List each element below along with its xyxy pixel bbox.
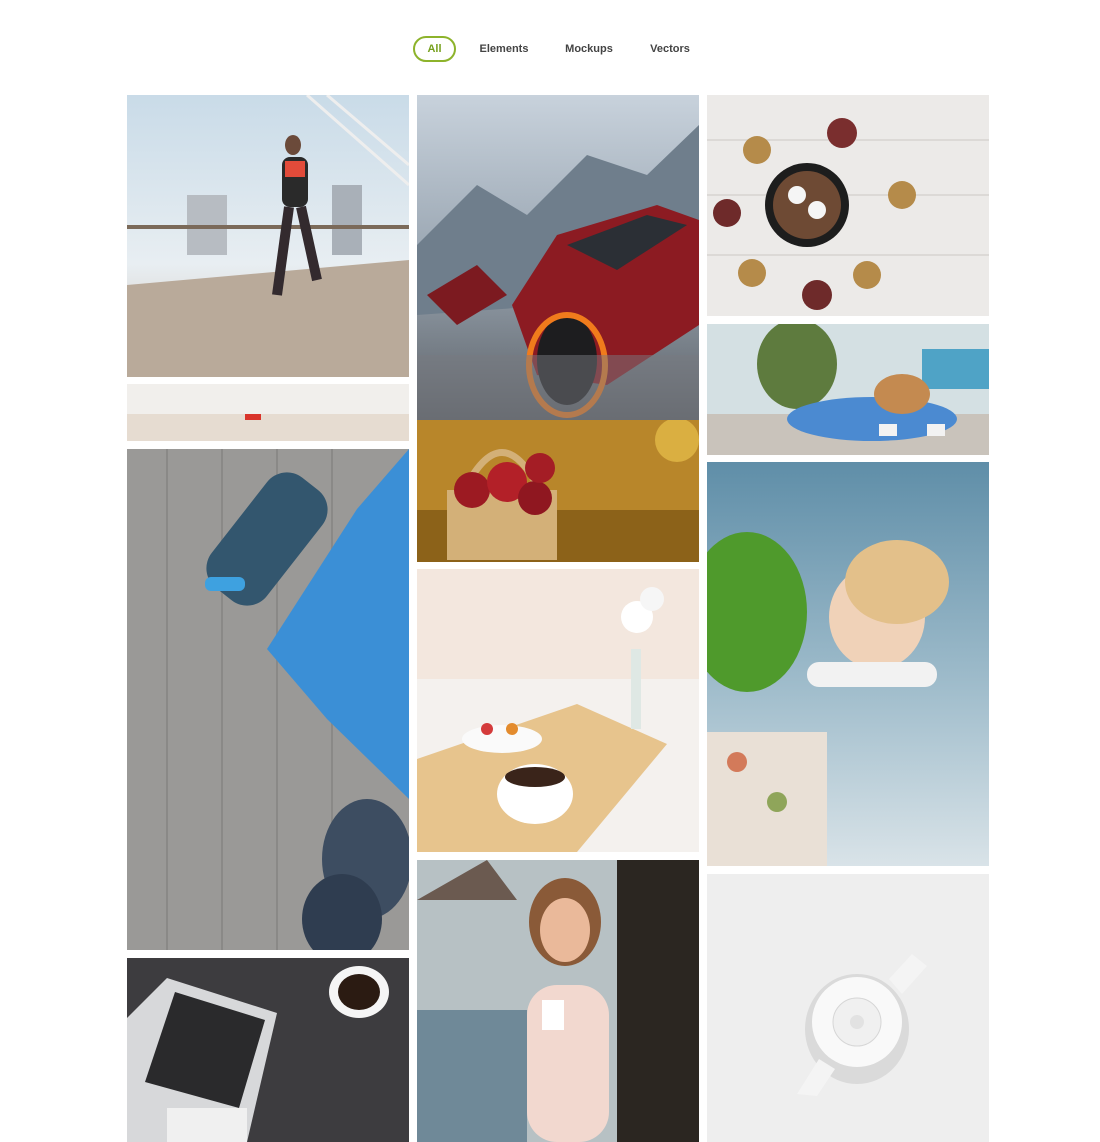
apples-image <box>417 420 699 562</box>
beach-image <box>127 384 409 441</box>
gallery-tile-woman-phone[interactable] <box>417 860 699 1142</box>
water-bottle-image <box>127 449 409 950</box>
breakfast-image <box>417 569 699 852</box>
gallery-tile-breakfast[interactable] <box>417 569 699 852</box>
gallery-tile-teapot[interactable] <box>707 874 989 1142</box>
filter-tab-all[interactable]: All <box>413 36 456 62</box>
hot-chocolate-image <box>707 95 989 316</box>
child-lifted-image <box>707 462 989 866</box>
gallery-tile-hot-chocolate[interactable] <box>707 95 989 316</box>
sports-car-image <box>417 95 699 420</box>
gallery-tile-apples[interactable] <box>417 420 699 562</box>
gallery-tile-child-lifted[interactable] <box>707 462 989 866</box>
runner-image <box>127 95 409 377</box>
filter-bar: All Elements Mockups Vectors <box>0 36 1100 64</box>
woman-phone-image <box>417 860 699 1142</box>
gallery-tile-beanbag[interactable] <box>707 324 989 455</box>
gallery-tile-water-bottle[interactable] <box>127 449 409 950</box>
laptop-image <box>127 958 409 1142</box>
gallery-tile-laptop[interactable] <box>127 958 409 1142</box>
filter-tab-vectors[interactable]: Vectors <box>643 36 697 62</box>
gallery-tile-runner[interactable] <box>127 95 409 377</box>
filter-tab-mockups[interactable]: Mockups <box>558 36 620 62</box>
filter-tab-elements[interactable]: Elements <box>474 36 534 62</box>
teapot-image <box>707 874 989 1142</box>
gallery-tile-sports-car[interactable] <box>417 95 699 420</box>
beanbag-image <box>707 324 989 455</box>
gallery-tile-beach[interactable] <box>127 384 409 441</box>
